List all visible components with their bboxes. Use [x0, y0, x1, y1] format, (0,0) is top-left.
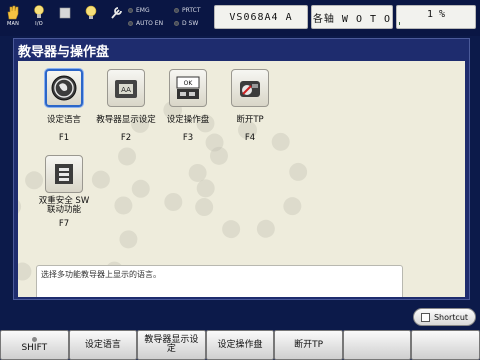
teach-pendant-window: 教导器与操作盘 设定语言 F1 AA 教导器显示设定 F2 OK 设定操作盘 F…	[13, 38, 470, 300]
dsw-led	[174, 21, 179, 26]
program-name: VS068A4 A	[229, 11, 293, 23]
fkey-pendant-display[interactable]: 教导器显示设定	[137, 330, 206, 360]
wrench-glyph	[111, 7, 122, 19]
stop-icon[interactable]	[54, 4, 76, 32]
safety-switch-icon	[45, 155, 83, 193]
fkey-empty-6[interactable]	[342, 330, 412, 360]
fkey-set-language-label: 设定语言	[84, 339, 121, 350]
globe-icon	[45, 69, 83, 107]
fkey-disconnect-tp[interactable]: 断开TP	[274, 330, 343, 360]
speed-percent-fill	[399, 22, 400, 25]
tile-disconnect-tp-key: F4	[244, 133, 256, 143]
shift-indicator	[31, 337, 37, 342]
auto-en-indicator: AUTO EN	[128, 20, 163, 27]
axis-mode: 各轴 W O T O	[312, 13, 392, 25]
function-key-bar: SHIFT 设定语言 教导器显示设定 设定操作盘 断开TP	[0, 330, 480, 360]
bulb-small-glyph	[34, 5, 44, 18]
operation-panel-icon: OK	[169, 69, 207, 107]
safety-switch-glyph	[55, 164, 73, 184]
fkey-disconnect-tp-label: 断开TP	[294, 339, 324, 350]
fkey-pendant-display-label: 教导器显示设定	[144, 335, 199, 354]
hand-label: MAN	[6, 21, 20, 27]
fkey-set-language[interactable]: 设定语言	[68, 330, 138, 360]
description-box: 选择多功能教导器上显示的语言。	[36, 265, 403, 297]
emg-label: EMG	[136, 7, 150, 14]
tile-operation-panel[interactable]: OK 设定操作盘 F3	[158, 69, 218, 143]
prtct-indicator: PRTCT	[174, 7, 201, 14]
io-icon[interactable]: I/O	[28, 4, 50, 32]
axis-mode-box[interactable]: 各轴 W O T O	[311, 5, 393, 29]
pendant-display-icon: AA	[107, 69, 145, 107]
tile-set-language-label: 设定语言	[46, 114, 81, 125]
prtct-label: PRTCT	[182, 7, 201, 14]
bulb-icon[interactable]	[80, 4, 102, 32]
tile-dual-safety-sw[interactable]: 双重安全 SW 联动功能 F7	[34, 155, 94, 229]
shortcut-label: Shortcut	[433, 312, 469, 322]
status-bar: MAN I/O EMG PRTCT AUTO EN D SW VS068A4 A…	[0, 0, 480, 36]
hand-icon[interactable]: MAN	[2, 4, 24, 32]
fkey-operation-panel[interactable]: 设定操作盘	[205, 330, 275, 360]
svg-text:OK: OK	[184, 80, 194, 87]
tile-pendant-display[interactable]: AA 教导器显示设定 F2	[96, 69, 156, 143]
tile-pendant-display-key: F2	[120, 133, 132, 143]
auto-en-label: AUTO EN	[136, 20, 164, 27]
bulb-glyph	[85, 5, 97, 19]
stop-glyph	[59, 7, 71, 19]
tile-dual-safety-sw-label: 双重安全 SW 联动功能	[38, 196, 90, 215]
io-label: I/O	[35, 21, 43, 27]
dsw-indicator: D SW	[174, 20, 198, 27]
shift-key-label: SHIFT	[21, 343, 48, 353]
shift-key[interactable]: SHIFT	[0, 330, 69, 360]
disconnect-tp-icon	[231, 69, 269, 107]
speed-percent-box[interactable]: 1 %	[396, 5, 476, 29]
emg-indicator: EMG	[128, 7, 150, 14]
tile-pendant-display-label: 教导器显示设定	[96, 114, 156, 125]
tile-disconnect-tp[interactable]: 断开TP F4	[220, 69, 280, 143]
window-body: 设定语言 F1 AA 教导器显示设定 F2 OK 设定操作盘 F3 断开TP F…	[18, 61, 465, 297]
disconnect-tp-glyph	[240, 81, 260, 97]
tile-set-language[interactable]: 设定语言 F1	[34, 69, 94, 143]
shortcut-icon	[420, 312, 430, 322]
wrench-icon[interactable]	[106, 4, 128, 32]
emg-led	[128, 8, 133, 13]
shortcut-button[interactable]: Shortcut	[413, 308, 476, 326]
tile-dual-safety-sw-key: F7	[58, 219, 70, 229]
prtct-led	[174, 8, 179, 13]
dsw-label: D SW	[182, 20, 199, 27]
pendant-display-glyph: AA	[115, 80, 137, 98]
operation-panel-glyph: OK	[176, 76, 200, 99]
tile-operation-panel-key: F3	[182, 133, 194, 143]
globe-glyph	[51, 75, 77, 101]
hand-glyph	[7, 5, 19, 20]
auto-en-led	[128, 21, 133, 26]
tile-disconnect-tp-label: 断开TP	[236, 114, 264, 125]
tile-set-language-key: F1	[58, 133, 70, 143]
fkey-empty-7[interactable]	[411, 330, 480, 360]
speed-percent: 1 %	[426, 9, 446, 20]
window-title: 教导器与操作盘	[18, 45, 110, 60]
program-name-box[interactable]: VS068A4 A	[214, 5, 308, 29]
svg-text:AA: AA	[121, 86, 131, 94]
fkey-operation-panel-label: 设定操作盘	[217, 339, 263, 350]
tile-operation-panel-label: 设定操作盘	[166, 114, 210, 125]
